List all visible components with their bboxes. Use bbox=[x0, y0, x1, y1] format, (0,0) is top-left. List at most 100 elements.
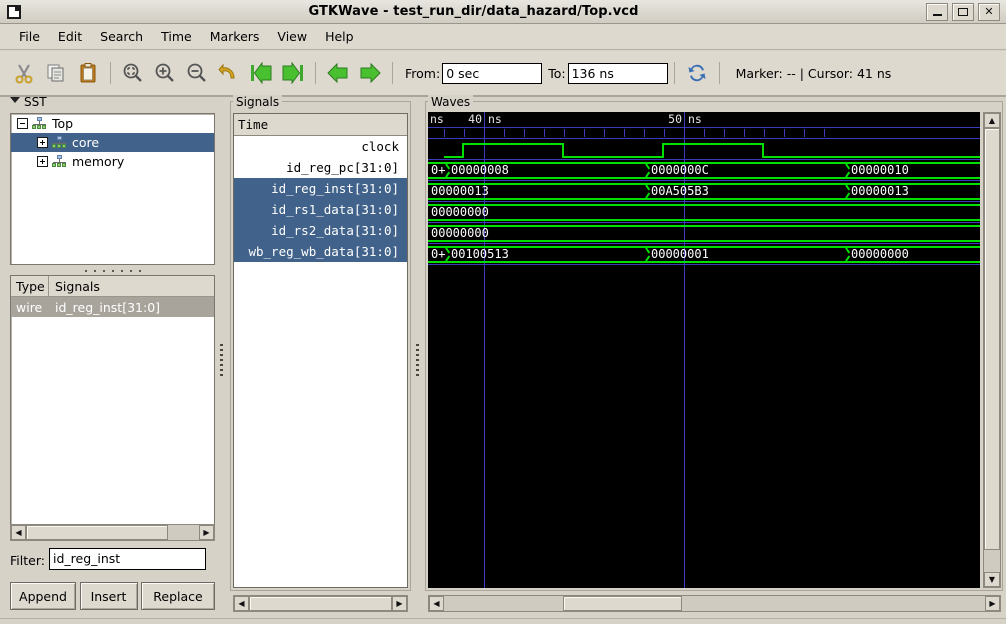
close-button[interactable]: ✕ bbox=[978, 2, 1000, 21]
tree-node-memory[interactable]: memory bbox=[11, 152, 214, 171]
splitter-signals-waves[interactable] bbox=[413, 330, 421, 390]
signal-type: wire bbox=[16, 299, 43, 315]
zoom-fit-icon[interactable] bbox=[119, 59, 147, 87]
menu-markers[interactable]: Markers bbox=[201, 26, 269, 47]
title-bar: GTKWave - test_run_dir/data_hazard/Top.v… bbox=[0, 0, 1006, 24]
clock-level bbox=[662, 143, 762, 145]
prev-edge-icon[interactable] bbox=[324, 59, 352, 87]
scroll-track[interactable] bbox=[984, 128, 1000, 572]
waves-vscrollbar[interactable]: ▲ ▼ bbox=[983, 112, 1001, 588]
scroll-right-arrow-icon[interactable]: ▶ bbox=[199, 525, 214, 540]
cut-icon[interactable] bbox=[10, 59, 38, 87]
zoom-out-icon[interactable] bbox=[183, 59, 211, 87]
scroll-right-arrow-icon[interactable]: ▶ bbox=[392, 596, 407, 611]
minimize-button[interactable] bbox=[926, 2, 948, 21]
insert-button[interactable]: Insert bbox=[79, 582, 138, 610]
row-separator bbox=[428, 264, 980, 265]
signal-name-row-id-reg-pc[interactable]: id_reg_pc[31:0] bbox=[234, 157, 407, 178]
column-header-type[interactable]: Type bbox=[11, 276, 49, 296]
to-label: To: bbox=[548, 65, 566, 81]
expander-plus-icon[interactable] bbox=[37, 156, 48, 167]
bus-value-label: 00000013 bbox=[431, 184, 489, 198]
append-button[interactable]: Append bbox=[10, 582, 76, 610]
waveform-row-id-reg-inst310[interactable]: 00000013 00A505B3 00000013 bbox=[428, 181, 980, 202]
waves-hscrollbar[interactable]: ◀ ▶ bbox=[428, 595, 1001, 612]
replace-button[interactable]: Replace bbox=[141, 582, 215, 610]
signal-name-row-id-reg-inst[interactable]: id_reg_inst[31:0] bbox=[234, 178, 407, 199]
bus-value-label: 0000000C bbox=[651, 163, 709, 177]
window-buttons: ✕ bbox=[926, 2, 1000, 21]
chevron-down-icon[interactable] bbox=[10, 97, 20, 103]
menu-view[interactable]: View bbox=[268, 26, 316, 47]
next-edge-icon[interactable] bbox=[356, 59, 384, 87]
signal-name-row-wb-reg-wb-data[interactable]: wb_reg_wb_data[31:0] bbox=[234, 241, 407, 262]
goto-end-icon[interactable] bbox=[279, 59, 307, 87]
from-input[interactable]: 0 sec bbox=[442, 62, 543, 84]
scroll-left-arrow-icon[interactable]: ◀ bbox=[234, 596, 249, 611]
scroll-right-arrow-icon[interactable]: ▶ bbox=[985, 596, 1000, 611]
copy-icon[interactable] bbox=[42, 59, 70, 87]
sst-signal-list[interactable]: Type Signals wire id_reg_inst[31:0] bbox=[10, 275, 215, 527]
scroll-left-arrow-icon[interactable]: ◀ bbox=[11, 525, 26, 540]
scroll-thumb[interactable] bbox=[249, 596, 392, 611]
signal-name-row-id-rs2-data[interactable]: id_rs2_data[31:0] bbox=[234, 220, 407, 241]
bus-value-label: 00000010 bbox=[851, 163, 909, 177]
scroll-track[interactable] bbox=[444, 596, 985, 611]
scroll-up-arrow-icon[interactable]: ▲ bbox=[984, 113, 1000, 128]
maximize-button[interactable] bbox=[952, 2, 974, 21]
scroll-thumb[interactable] bbox=[984, 128, 1000, 550]
splitter-sst-signals[interactable] bbox=[217, 330, 225, 390]
menu-search[interactable]: Search bbox=[91, 26, 152, 47]
bus-value-label: 00000008 bbox=[451, 163, 509, 177]
scroll-left-arrow-icon[interactable]: ◀ bbox=[429, 596, 444, 611]
signal-name-row-clock[interactable]: clock bbox=[234, 136, 407, 157]
signal-names-list[interactable]: Time clock id_reg_pc[31:0] id_reg_inst[3… bbox=[233, 113, 408, 588]
tree-node-top[interactable]: Top bbox=[11, 114, 214, 133]
menu-file[interactable]: File bbox=[10, 26, 49, 47]
filter-label: Filter: bbox=[10, 553, 45, 568]
menu-help[interactable]: Help bbox=[316, 26, 363, 47]
toolbar: From: 0 sec To: 136 ns Marker: -- | Curs… bbox=[0, 51, 1006, 97]
tree-node-core[interactable]: core bbox=[11, 133, 214, 152]
waveform-row-id-rs1-data310[interactable]: 00000000 bbox=[428, 202, 980, 223]
scroll-thumb[interactable] bbox=[563, 596, 683, 611]
status-line bbox=[0, 618, 1006, 624]
bus-bottom-line bbox=[428, 219, 980, 221]
waveform-row-id-reg-pc310[interactable]: 0+ 00000008 0000000C 00000010 bbox=[428, 160, 980, 181]
scroll-down-arrow-icon[interactable]: ▼ bbox=[984, 572, 1000, 587]
waveform-row-clock[interactable] bbox=[428, 139, 980, 160]
sst-hscrollbar[interactable]: ◀ ▶ bbox=[10, 524, 215, 541]
paste-icon[interactable] bbox=[74, 59, 102, 87]
window-title: GTKWave - test_run_dir/data_hazard/Top.v… bbox=[308, 4, 639, 19]
to-input[interactable]: 136 ns bbox=[567, 62, 668, 84]
zoom-undo-icon[interactable] bbox=[215, 59, 243, 87]
reload-icon[interactable] bbox=[683, 59, 711, 87]
sst-tree[interactable]: Top core memory bbox=[10, 113, 215, 265]
scroll-track[interactable] bbox=[249, 596, 392, 611]
toolbar-separator-4 bbox=[673, 62, 675, 84]
ruler-tick-label: 50 bbox=[668, 112, 682, 126]
expander-minus-icon[interactable] bbox=[17, 118, 28, 129]
scroll-track[interactable] bbox=[26, 525, 199, 540]
signals-hscrollbar[interactable]: ◀ ▶ bbox=[233, 595, 408, 612]
ruler-unit-label: ns bbox=[430, 112, 444, 126]
waveform-row-id-rs2-data310[interactable]: 00000000 bbox=[428, 223, 980, 244]
menu-time[interactable]: Time bbox=[152, 26, 201, 47]
list-item[interactable]: wire id_reg_inst[31:0] bbox=[11, 297, 214, 317]
zoom-in-icon[interactable] bbox=[151, 59, 179, 87]
goto-start-icon[interactable] bbox=[247, 59, 275, 87]
bus-value-label: 0+ bbox=[431, 163, 446, 177]
expander-plus-icon[interactable] bbox=[37, 137, 48, 148]
waveform-canvas[interactable]: ns 40 ns 50 ns 0+ 00000008 0000000C 00000010 0000… bbox=[428, 112, 980, 588]
filter-input[interactable]: id_reg_inst bbox=[49, 548, 206, 570]
waveform-row-wb-reg-wb-data310[interactable]: 0+ 00100513 00000001 00000000 bbox=[428, 244, 980, 265]
signal-name-row-id-rs1-data[interactable]: id_rs1_data[31:0] bbox=[234, 199, 407, 220]
clock-level bbox=[762, 156, 980, 158]
bus-top-line bbox=[428, 204, 980, 206]
ruler-unit-label: ns bbox=[488, 112, 502, 126]
horizontal-splitter-handle[interactable] bbox=[85, 268, 141, 274]
menu-edit[interactable]: Edit bbox=[49, 26, 91, 47]
column-header-signals[interactable]: Signals bbox=[49, 279, 214, 294]
scroll-thumb[interactable] bbox=[26, 525, 168, 540]
toolbar-separator-2 bbox=[315, 62, 316, 84]
